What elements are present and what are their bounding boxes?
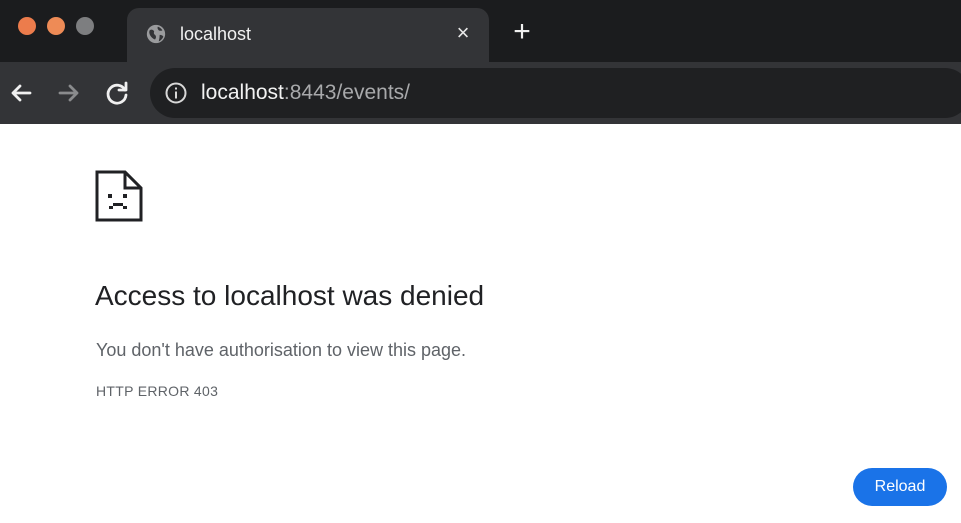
tab-strip: localhost × + <box>0 0 961 62</box>
forward-arrow-icon[interactable] <box>54 78 84 108</box>
sad-page-icon <box>95 170 143 222</box>
window-maximize-button[interactable] <box>76 17 94 35</box>
reload-icon[interactable] <box>102 78 132 108</box>
tab-close-button[interactable]: × <box>451 21 475 45</box>
error-page: Access to localhost was denied You don't… <box>0 124 961 523</box>
error-message: You don't have authorisation to view thi… <box>96 340 467 360</box>
reload-button[interactable]: Reload <box>853 468 947 506</box>
window-close-button[interactable] <box>18 17 36 35</box>
back-arrow-icon[interactable] <box>6 78 36 108</box>
new-tab-button[interactable]: + <box>508 17 536 47</box>
url-host: localhost <box>201 81 284 104</box>
info-icon[interactable] <box>164 81 188 105</box>
window-minimize-button[interactable] <box>47 17 65 35</box>
tab-title: localhost <box>180 24 252 44</box>
page-title: Access to localhost was denied <box>95 280 485 311</box>
address-bar[interactable]: localhost:8443/events/ <box>150 68 961 118</box>
globe-icon <box>146 24 166 44</box>
toolbar: localhost:8443/events/ <box>0 62 961 124</box>
window-controls <box>18 17 94 35</box>
url-path: :8443/events/ <box>283 81 410 104</box>
error-code: HTTP ERROR 403 <box>96 383 219 399</box>
url-text[interactable]: localhost:8443/events/ <box>201 81 410 105</box>
tab-localhost[interactable]: localhost × <box>127 8 489 62</box>
browser-window: localhost × + localhost:8443/events/ Acc… <box>0 0 961 523</box>
